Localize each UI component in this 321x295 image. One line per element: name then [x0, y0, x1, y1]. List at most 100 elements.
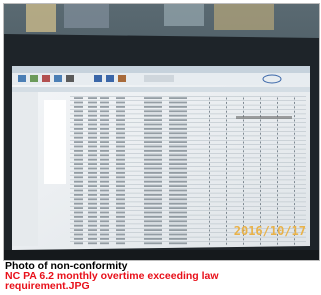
table-cell [260, 172, 261, 175]
table-cell [260, 211, 261, 214]
table-cell [277, 211, 278, 214]
table-cell [169, 97, 187, 99]
table-cell [116, 101, 125, 104]
table-cell [294, 181, 295, 184]
table-cell [277, 119, 278, 122]
table-cell [144, 194, 162, 196]
table-cell [169, 176, 187, 179]
table-cell [209, 220, 210, 223]
table-cell [169, 172, 187, 174]
table-cell [88, 207, 97, 209]
caption-label: Photo of non-conformity [5, 261, 128, 271]
table-cell [116, 180, 125, 183]
table-cell [209, 194, 210, 197]
table-cell [169, 229, 187, 231]
table-cell [243, 106, 244, 109]
table-cell [294, 145, 295, 148]
table-cell [74, 185, 83, 187]
table-cell [209, 242, 210, 245]
table-cell [169, 114, 187, 117]
table-cell [100, 216, 109, 218]
table-cell [260, 216, 261, 219]
table-cell [116, 229, 125, 231]
table-cell [100, 229, 109, 231]
table-cell [144, 119, 162, 121]
table-cell [294, 163, 295, 166]
table-cell [209, 172, 210, 175]
table-cell [294, 198, 295, 201]
table-cell [209, 203, 210, 206]
table-cell [243, 185, 244, 188]
caption-filename-line2: requirement.JPG [5, 281, 90, 291]
background-object [214, 4, 274, 30]
table-cell [88, 224, 97, 227]
table-cell [209, 123, 210, 126]
table-cell [260, 194, 261, 197]
table-cell [144, 132, 162, 135]
table-cell [243, 101, 244, 104]
table-cell [100, 158, 109, 161]
table-cell [226, 172, 227, 175]
table-row [70, 179, 306, 181]
table-cell [169, 242, 187, 245]
table-cell [277, 185, 278, 188]
table-cell [209, 216, 210, 219]
table-cell [277, 97, 278, 100]
table-cell [169, 123, 187, 126]
table-cell [209, 233, 210, 236]
table-cell [100, 106, 109, 108]
table-cell [209, 101, 210, 104]
table-cell [74, 220, 83, 223]
table-header-row [12, 87, 310, 92]
table-cell [277, 159, 278, 162]
table-cell [116, 238, 125, 240]
table-cell [116, 136, 125, 139]
table-cell [100, 150, 109, 152]
table-cell [100, 180, 109, 183]
table-cell [226, 207, 227, 210]
table-cell [226, 167, 227, 170]
table-cell [260, 189, 261, 192]
table-cell [116, 132, 125, 135]
table-cell [277, 189, 278, 192]
table-cell [74, 216, 83, 218]
table-cell [88, 216, 97, 218]
table-cell [260, 203, 261, 206]
table-cell [169, 158, 187, 161]
table-cell [260, 145, 261, 148]
table-cell [74, 132, 83, 135]
table-cell [169, 167, 187, 170]
table-cell [243, 163, 244, 166]
table-cell [226, 115, 227, 118]
table-cell [260, 123, 261, 126]
table-cell [100, 211, 109, 214]
table-cell [116, 114, 125, 117]
table-cell [144, 238, 162, 240]
table-cell [226, 163, 227, 166]
table-cell [226, 233, 227, 236]
table-cell [209, 238, 210, 241]
table-cell [294, 110, 295, 113]
table-cell [169, 202, 187, 205]
table-cell [74, 172, 83, 174]
table-cell [260, 198, 261, 201]
left-tree-pane [12, 92, 38, 246]
photo-caption: Photo of non-conformity NC PA 6.2 monthl… [5, 261, 317, 291]
table-cell [144, 106, 162, 108]
table-cell [209, 159, 210, 162]
table-cell [243, 189, 244, 192]
table-cell [88, 114, 97, 117]
table-cell [88, 238, 97, 240]
table-cell [88, 167, 97, 170]
table-cell [88, 101, 97, 104]
table-cell [88, 198, 97, 201]
table-cell [144, 189, 162, 192]
background-object [64, 4, 109, 28]
table-cell [209, 115, 210, 118]
table-cell [169, 189, 187, 192]
table-cell [116, 202, 125, 205]
table-cell [169, 128, 187, 130]
redacted-area [44, 100, 66, 184]
table-cell [226, 198, 227, 201]
table-cell [144, 128, 162, 130]
